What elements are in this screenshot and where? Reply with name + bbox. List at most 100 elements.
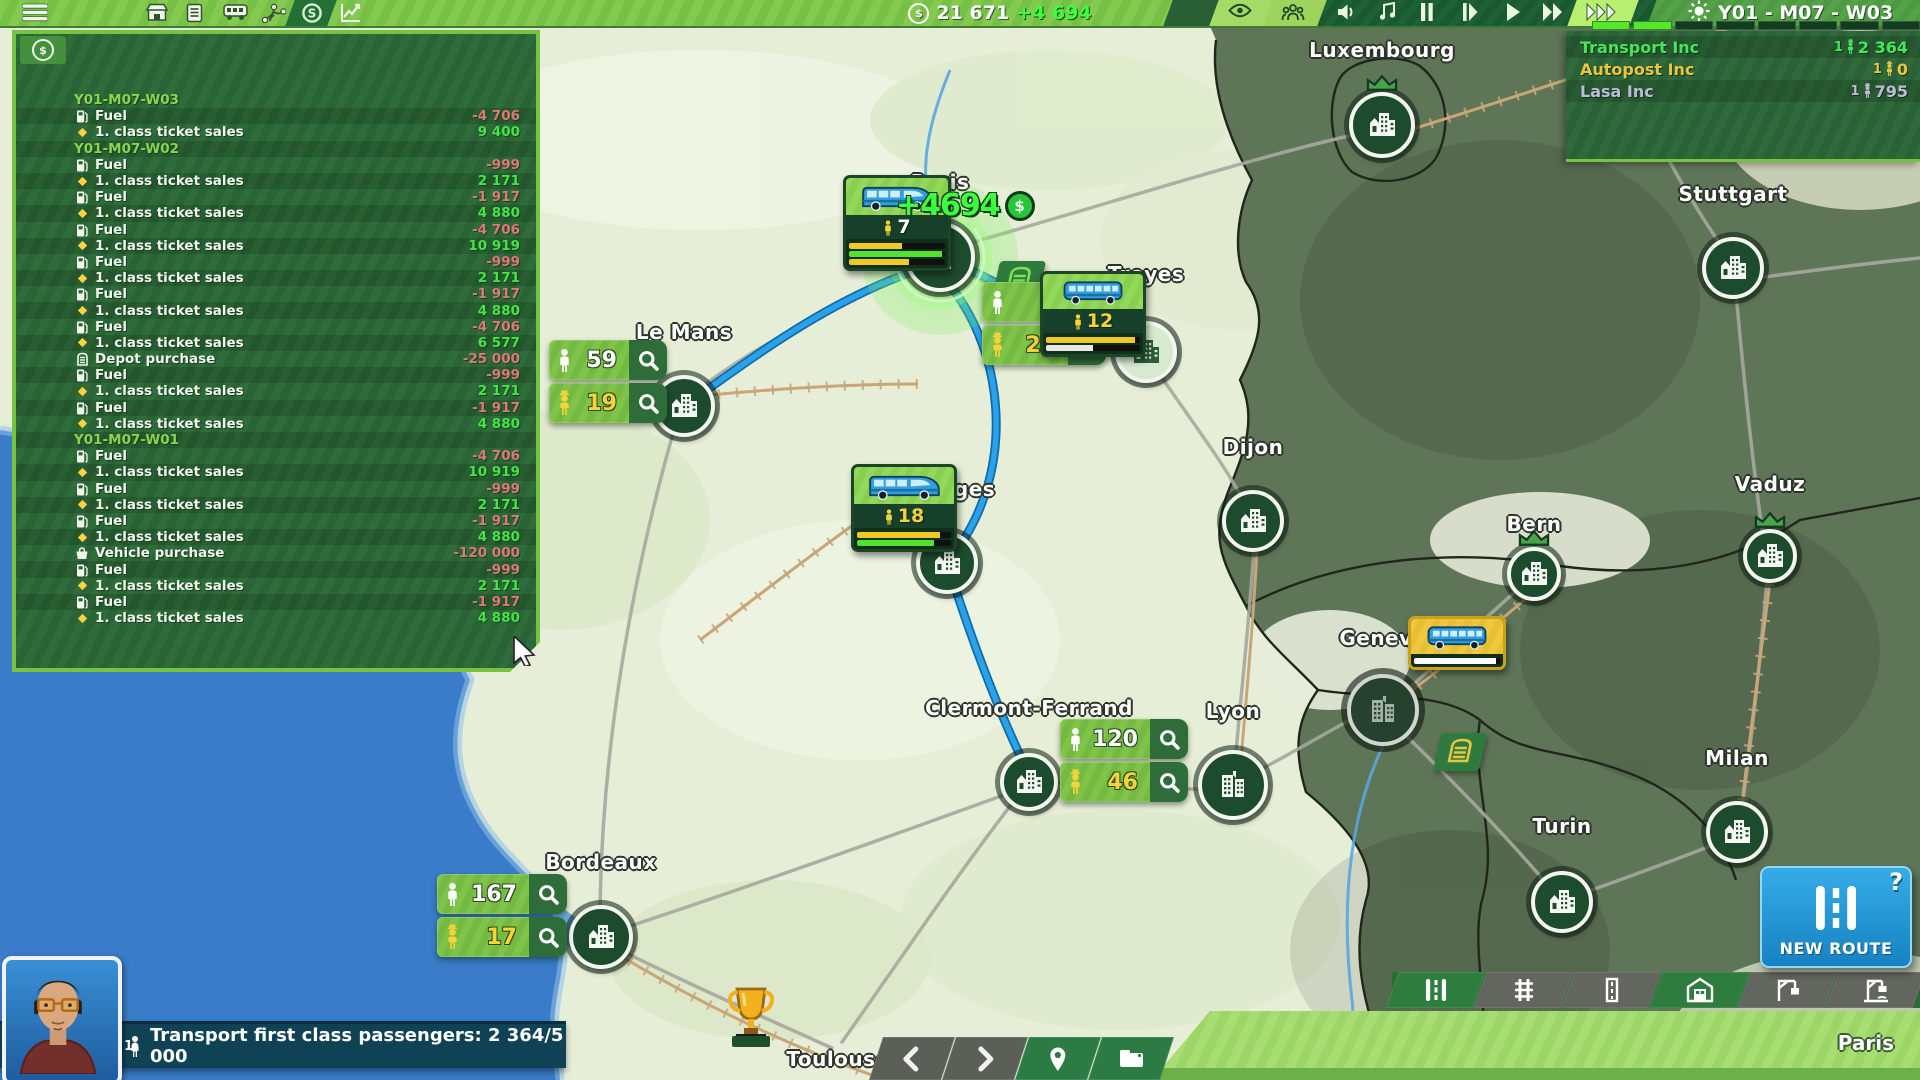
inspect-button[interactable] [529,874,567,914]
city-marker-clermont-ferrand[interactable] [1000,753,1058,811]
ticket-icon [74,579,90,592]
build-port-crane-button[interactable] [1825,972,1920,1008]
build-airport-button[interactable] [1561,972,1661,1008]
depot-tab-geneva[interactable] [1433,733,1487,771]
city-info-le-mans: 5919 [549,340,667,423]
finance-entry-label: 1. class ticket sales [95,173,478,189]
inspect-button[interactable] [629,340,667,380]
city-marker-lyon[interactable] [1198,750,1268,820]
vehicle-popup-geneva[interactable] [1408,616,1506,670]
city-buildings-icon [1238,506,1268,536]
waiting-count: 120 [1090,727,1146,752]
routes-icon[interactable] [262,3,286,23]
week-progress-segment [1592,21,1630,30]
finance-log-panel[interactable]: $ Y01-M07-W03Fuel-4 7061. class ticket s… [12,30,540,672]
finance-entry-amount: 4 880 [478,205,520,221]
finance-week-header: Y01-M07-W01 [16,432,536,448]
statistics-icon[interactable] [340,3,362,23]
player-avatar[interactable] [2,956,122,1080]
finance-entry-label: Fuel [95,189,472,205]
contracts-icon[interactable] [186,3,203,23]
finance-entry: 1. class ticket sales9 400 [16,124,536,140]
menu-icon[interactable] [22,3,48,22]
waiting-count: 46 [1090,770,1146,795]
finance-entry-label: Fuel [95,108,472,124]
first-class-passenger-icon: 1 [122,1034,142,1058]
finance-entry-amount: 2 171 [478,383,520,399]
inspect-button[interactable] [1150,719,1188,759]
city-marker-bordeaux[interactable] [569,905,633,969]
finances-tab[interactable]: $ [20,36,66,64]
fuel-icon [74,368,90,382]
vehicle-popup-bourges[interactable]: 18 [851,464,957,552]
routes-folder-button[interactable] [1088,1037,1174,1080]
locate-button[interactable] [1015,1037,1101,1080]
fastest-icon[interactable] [1586,3,1618,21]
waiting-count: 19 [579,391,625,416]
sound-icon[interactable] [1336,3,1356,21]
finance-entry-label: 1. class ticket sales [95,383,478,399]
finances-icon[interactable]: S [301,2,323,24]
build-toolbar [1392,972,1920,1008]
leaderboard-row-autopost-inc[interactable]: Autopost Inc10 [1566,58,1920,80]
build-rail-button[interactable] [1473,972,1573,1008]
inspect-button[interactable] [629,383,667,423]
inspect-button[interactable] [1150,762,1188,802]
city-marker-turin[interactable] [1531,871,1593,933]
first-class-waiting-row: 46 [1060,762,1188,802]
city-marker-geneva[interactable] [1347,674,1419,746]
visibility-icon[interactable] [1228,3,1252,18]
fuel-icon [74,109,90,123]
finance-entry-label: 1. class ticket sales [95,270,478,286]
ticket-icon [74,126,90,139]
new-route-button[interactable]: NEW ROUTE ? [1760,866,1912,968]
finance-entry-label: Fuel [95,254,486,270]
population-icon[interactable] [1281,3,1305,21]
vehicle-list-icon[interactable] [223,3,248,21]
city-marker-dijon[interactable] [1222,490,1284,552]
city-buildings-icon [932,548,962,578]
income-popup: +4694$ [896,188,1035,223]
leaderboard-row-lasa-inc[interactable]: Lasa Inc1795 [1566,80,1920,102]
fuel-icon [74,514,90,528]
fast-forward-icon[interactable] [1542,3,1564,21]
step-icon[interactable] [1462,3,1478,21]
finance-log-rows: Y01-M07-W03Fuel-4 7061. class ticket sal… [16,92,536,626]
passenger-icon [437,881,467,907]
finance-entry-amount: 2 171 [478,578,520,594]
fuel-icon [74,595,90,609]
finance-entry: Fuel-1 917 [16,189,536,205]
finance-entry-amount: -4 706 [472,222,520,238]
prev-button[interactable] [869,1037,955,1080]
build-garage-button[interactable] [1649,972,1749,1008]
city-marker-milan[interactable] [1706,801,1768,863]
finance-entry-label: Fuel [95,594,472,610]
money-display: $ 21 671 +4 694 [870,0,1130,26]
city-marker-bern[interactable] [1507,547,1561,601]
market-icon[interactable] [146,3,168,22]
finance-entry-amount: 4 880 [478,303,520,319]
finance-entry: Fuel-999 [16,367,536,383]
next-button[interactable] [942,1037,1028,1080]
build-harbor-crane-button[interactable] [1737,972,1837,1008]
vehicle-popup-troyes[interactable]: 12 [1040,271,1146,357]
help-button[interactable]: ? [1889,868,1903,896]
finance-entry: Fuel-4 706 [16,108,536,124]
pause-icon[interactable] [1420,3,1434,21]
build-road-button[interactable] [1385,972,1485,1008]
waiting-count: 17 [467,925,525,950]
music-icon[interactable] [1378,1,1398,21]
inspect-button[interactable] [529,917,567,957]
week-progress-segment [1882,21,1920,30]
play-icon[interactable] [1506,3,1521,21]
finance-entry-label: 1. class ticket sales [95,529,478,545]
status-location: Paris [1838,1031,1894,1055]
city-marker-stuttgart[interactable] [1702,237,1764,299]
city-marker-luxembourg[interactable] [1349,92,1415,158]
money-coin-icon: $ [908,3,929,24]
vehicle-bus-icon [854,467,954,504]
city-marker-vaduz[interactable] [1743,529,1797,583]
vehicle-bus-icon [1043,274,1143,309]
finance-entry-label: Fuel [95,400,472,416]
leaderboard-row-transport-inc[interactable]: Transport Inc12 364 [1566,36,1920,58]
